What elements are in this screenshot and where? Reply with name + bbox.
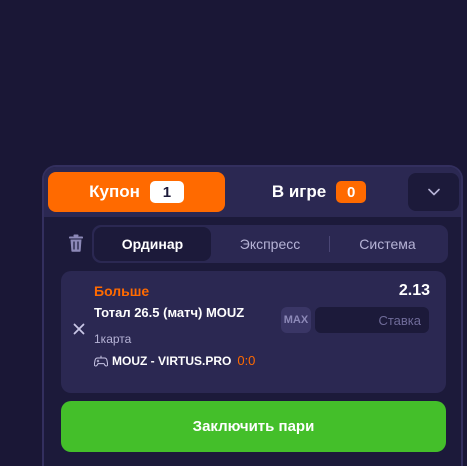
- close-icon[interactable]: [72, 322, 86, 336]
- tab-coupon-count-badge: 1: [149, 181, 184, 203]
- tab-in-game[interactable]: В игре 0: [244, 172, 394, 212]
- bet-market: Тотал 26.5 (матч) MOUZ: [94, 305, 245, 320]
- coupon-panel: Купон 1 В игре 0 Ординар Экспресс Систем…: [42, 165, 463, 466]
- place-bet-button[interactable]: Заключить пари: [61, 401, 446, 452]
- max-stake-button[interactable]: MAX: [281, 307, 311, 333]
- trash-icon[interactable]: [68, 234, 84, 252]
- bet-map: 1карта: [94, 332, 132, 346]
- tabs-row: Купон 1 В игре 0: [44, 167, 461, 217]
- bet-odds: 2.13: [398, 282, 430, 299]
- bet-mode-switch: Ординар Экспресс Система: [92, 225, 448, 263]
- bet-event-title: MOUZ - VIRTUS.PRO: [112, 353, 232, 368]
- tab-coupon[interactable]: Купон 1: [48, 172, 225, 212]
- mode-system[interactable]: Система: [329, 227, 446, 261]
- tab-coupon-label: Купон: [89, 182, 140, 201]
- tab-in-game-label: В игре: [271, 182, 327, 201]
- gamepad-icon: [94, 355, 108, 367]
- bet-event: MOUZ - VIRTUS.PRO 0:0: [94, 353, 255, 368]
- bet-score: 0:0: [237, 353, 256, 368]
- mode-express[interactable]: Экспресс: [211, 227, 329, 261]
- bet-card: Больше 2.13 Тотал 26.5 (матч) MOUZ 1карт…: [61, 271, 446, 393]
- mode-single[interactable]: Ординар: [94, 227, 211, 261]
- tab-in-game-count-badge: 0: [336, 181, 367, 203]
- bet-outcome: Больше: [94, 283, 150, 299]
- chevron-down-icon: [427, 188, 440, 196]
- collapse-button[interactable]: [408, 173, 459, 211]
- stake-input[interactable]: [315, 307, 429, 333]
